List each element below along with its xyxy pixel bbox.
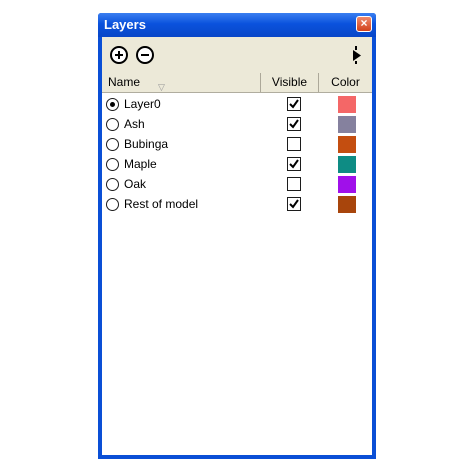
visible-checkbox[interactable] [287, 177, 301, 191]
layer-color-swatch[interactable] [338, 196, 356, 213]
name-header-label: Name [108, 75, 141, 89]
toolbar [102, 37, 372, 73]
layer-color-swatch[interactable] [338, 96, 356, 113]
add-layer-icon-v [118, 51, 120, 59]
visible-checkbox[interactable] [287, 117, 301, 131]
layer-name[interactable]: Bubinga [124, 137, 168, 151]
remove-layer-button[interactable] [136, 46, 154, 64]
layer-row[interactable]: Rest of model [102, 195, 372, 215]
color-column-header[interactable]: Color [319, 73, 372, 92]
layer-name[interactable]: Ash [124, 117, 145, 131]
active-layer-radio[interactable] [106, 158, 119, 171]
close-button[interactable]: × [356, 16, 372, 32]
layer-name[interactable]: Rest of model [124, 197, 198, 211]
active-layer-radio[interactable] [106, 138, 119, 151]
layers-header: Name ▽ Visible Color [102, 73, 372, 93]
layer-row[interactable]: Bubinga [102, 135, 372, 155]
layer-row[interactable]: Ash [102, 115, 372, 135]
close-icon: × [360, 16, 368, 30]
details-arrow-icon [353, 46, 361, 64]
check-icon [289, 119, 299, 129]
visible-checkbox[interactable] [287, 137, 301, 151]
layer-name[interactable]: Layer0 [124, 97, 161, 111]
details-button[interactable] [352, 46, 362, 64]
window-title: Layers [104, 17, 146, 32]
visible-checkbox[interactable] [287, 197, 301, 211]
active-layer-radio[interactable] [106, 118, 119, 131]
visible-header-label: Visible [271, 75, 308, 89]
check-icon [289, 199, 299, 209]
active-layer-radio[interactable] [106, 98, 119, 111]
layer-color-swatch[interactable] [338, 156, 356, 173]
visible-column-header[interactable]: Visible [261, 73, 319, 92]
visible-checkbox[interactable] [287, 157, 301, 171]
remove-layer-icon [141, 54, 149, 56]
title-bar[interactable]: Layers × [98, 13, 376, 37]
layer-row[interactable]: Maple [102, 155, 372, 175]
layer-name[interactable]: Maple [124, 157, 157, 171]
layer-color-swatch[interactable] [338, 136, 356, 153]
layers-panel: Name ▽ Visible Color Layer0 Ash Bubinga Map… [102, 37, 372, 455]
name-column-header[interactable]: Name ▽ [102, 73, 261, 92]
layer-row[interactable]: Oak [102, 175, 372, 195]
color-header-label: Color [331, 75, 360, 89]
layers-window: Layers × Name ▽ Visible Color Layer0 Ash… [98, 13, 376, 459]
layer-name[interactable]: Oak [124, 177, 146, 191]
active-layer-radio[interactable] [106, 198, 119, 211]
visible-checkbox[interactable] [287, 97, 301, 111]
layer-color-swatch[interactable] [338, 116, 356, 133]
add-layer-button[interactable] [110, 46, 128, 64]
layer-row[interactable]: Layer0 [102, 95, 372, 115]
active-layer-radio[interactable] [106, 178, 119, 191]
check-icon [289, 99, 299, 109]
check-icon [289, 159, 299, 169]
layer-color-swatch[interactable] [338, 176, 356, 193]
